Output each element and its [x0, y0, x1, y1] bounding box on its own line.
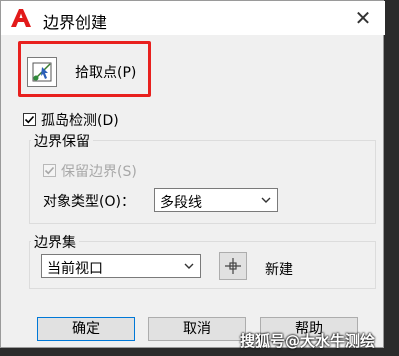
chevron-down-icon: [261, 197, 271, 203]
boundary-creation-dialog: 边界创建 ✕ 拾取点(P) 孤岛检测(D) 边界保留 保留边界(S) 对象类型(…: [0, 0, 385, 348]
new-boundary-set-label: 新建: [265, 262, 293, 278]
dialog-title: 边界创建: [43, 13, 108, 32]
autocad-logo-icon: [9, 7, 33, 29]
keep-boundary-checkbox[interactable]: [43, 164, 56, 177]
boundary-set-title: 边界集: [31, 232, 79, 252]
boundary-retention-title: 边界保留: [31, 131, 93, 151]
close-icon[interactable]: ✕: [351, 7, 375, 29]
keep-boundary-label: 保留边界(S): [61, 164, 137, 180]
pick-points-icon: [32, 62, 52, 82]
chevron-down-icon: [184, 263, 194, 269]
island-detection-checkbox[interactable]: [23, 113, 36, 126]
boundary-set-select[interactable]: 当前视口: [41, 254, 201, 278]
island-detection-label[interactable]: 孤岛检测(D): [41, 110, 119, 130]
pick-points-button[interactable]: [27, 57, 57, 87]
title-bar: 边界创建 ✕: [1, 1, 385, 35]
new-boundary-set-button[interactable]: [219, 252, 247, 280]
boundary-set-value: 当前视口: [47, 261, 103, 277]
object-type-value: 多段线: [160, 195, 202, 211]
ok-button[interactable]: 确定: [37, 317, 135, 341]
cancel-button[interactable]: 取消: [148, 317, 246, 341]
checkmark-icon: [44, 166, 55, 175]
checkmark-icon: [24, 115, 35, 124]
watermark-text: 搜狐号@大水牛测绘: [240, 332, 376, 350]
object-type-select[interactable]: 多段线: [154, 188, 278, 212]
object-type-label: 对象类型(O)：: [43, 194, 135, 210]
pick-points-label[interactable]: 拾取点(P): [75, 62, 136, 82]
crosshair-icon: [225, 258, 241, 274]
